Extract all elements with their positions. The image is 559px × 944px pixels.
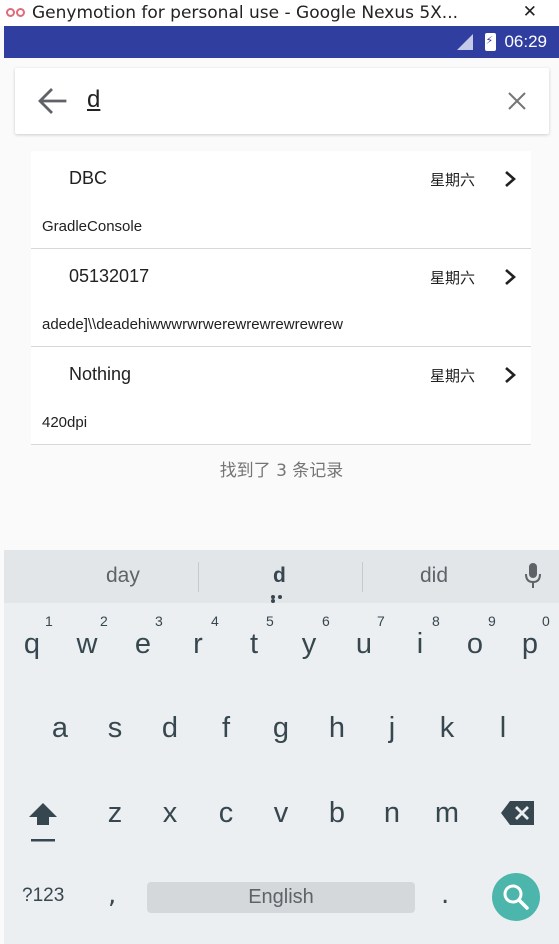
key-f[interactable]: f — [201, 712, 251, 745]
battery-charging-icon — [485, 33, 497, 51]
item-day: 星期六 — [429, 171, 475, 189]
window-title: Genymotion for personal use - Google Nex… — [32, 3, 459, 23]
chevron-right-icon — [505, 367, 516, 383]
key-w[interactable]: w — [62, 628, 112, 661]
key-hint: 8 — [432, 613, 440, 629]
genymotion-logo-icon — [6, 5, 28, 21]
soft-keyboard: day d did 1 2 3 4 5 6 7 8 9 0 q w e r t … — [4, 550, 559, 944]
key-i[interactable]: i — [395, 628, 445, 661]
key-t[interactable]: t — [229, 628, 279, 661]
key-y[interactable]: y — [284, 628, 334, 661]
key-a[interactable]: a — [35, 712, 85, 745]
key-q[interactable]: q — [7, 628, 57, 661]
key-j[interactable]: j — [367, 712, 417, 745]
app-content: d DBC 星期六 GradleConsole 05132017 星期六 ade… — [4, 58, 559, 550]
period-key[interactable]: . — [441, 880, 449, 910]
search-icon — [503, 884, 529, 910]
key-hint: 3 — [155, 613, 163, 629]
chevron-right-icon — [505, 269, 516, 285]
item-content: adede]\\deadehiwwwrwrwerewrewrewrewrew — [42, 316, 343, 333]
result-list: DBC 星期六 GradleConsole 05132017 星期六 adede… — [31, 151, 531, 445]
more-suggestions-icon[interactable] — [271, 595, 291, 603]
key-s[interactable]: s — [90, 712, 140, 745]
suggestion-right[interactable]: did — [420, 564, 448, 588]
item-title: Nothing — [69, 364, 132, 384]
back-arrow-icon[interactable] — [37, 88, 67, 114]
result-count-text: 找到了 3 条记录 — [219, 461, 344, 481]
key-hint: 0 — [542, 613, 550, 629]
symbols-key[interactable]: ?123 — [22, 885, 64, 907]
key-hint: 2 — [100, 613, 108, 629]
suggestion-divider — [198, 562, 199, 592]
key-hint: 7 — [377, 613, 385, 629]
key-hint: 4 — [211, 613, 219, 629]
item-title: 05132017 — [69, 266, 150, 286]
key-hint: 1 — [45, 613, 53, 629]
key-n[interactable]: n — [367, 797, 417, 830]
key-u[interactable]: u — [339, 628, 389, 661]
search-bar: d — [15, 68, 549, 134]
key-r[interactable]: r — [173, 628, 223, 661]
key-hint: 5 — [266, 613, 274, 629]
item-title: DBC — [69, 168, 108, 188]
suggestion-middle[interactable]: d — [273, 564, 286, 588]
item-day: 星期六 — [429, 367, 475, 385]
item-content: GradleConsole — [42, 218, 143, 235]
key-hint: 9 — [488, 613, 496, 629]
microphone-icon[interactable] — [524, 562, 542, 590]
list-item[interactable]: 05132017 星期六 adede]\\deadehiwwwrwrwerewr… — [31, 249, 531, 347]
key-h[interactable]: h — [312, 712, 362, 745]
status-bar: 06:29 — [4, 26, 559, 58]
list-item[interactable]: DBC 星期六 GradleConsole — [31, 151, 531, 249]
key-k[interactable]: k — [422, 712, 472, 745]
status-time: 06:29 — [504, 32, 547, 51]
key-b[interactable]: b — [312, 797, 362, 830]
key-m[interactable]: m — [422, 797, 472, 830]
key-c[interactable]: c — [201, 797, 251, 830]
shift-icon[interactable] — [26, 800, 60, 844]
suggestion-divider — [362, 562, 363, 592]
backspace-icon[interactable] — [500, 800, 536, 826]
search-key[interactable] — [492, 873, 540, 921]
suggestion-strip: day d did — [4, 550, 559, 603]
key-v[interactable]: v — [256, 797, 306, 830]
key-x[interactable]: x — [145, 797, 195, 830]
item-day: 星期六 — [429, 269, 475, 287]
key-p[interactable]: p — [505, 628, 555, 661]
window-title-bar: Genymotion for personal use - Google Nex… — [0, 0, 559, 26]
space-key[interactable]: English — [147, 882, 415, 913]
item-content: 420dpi — [42, 414, 88, 431]
key-d[interactable]: d — [145, 712, 195, 745]
clear-search-icon[interactable] — [507, 91, 527, 111]
suggestion-left[interactable]: day — [106, 564, 140, 588]
key-g[interactable]: g — [256, 712, 306, 745]
key-l[interactable]: l — [478, 712, 528, 745]
window-close-icon[interactable]: ✕ — [523, 2, 537, 22]
signal-icon — [457, 34, 474, 50]
key-o[interactable]: o — [450, 628, 500, 661]
key-hint: 6 — [322, 613, 330, 629]
comma-key[interactable]: , — [108, 880, 116, 910]
key-e[interactable]: e — [118, 628, 168, 661]
search-input[interactable]: d — [87, 86, 100, 114]
chevron-right-icon — [505, 171, 516, 187]
key-z[interactable]: z — [90, 797, 140, 830]
list-item[interactable]: Nothing 星期六 420dpi — [31, 347, 531, 445]
